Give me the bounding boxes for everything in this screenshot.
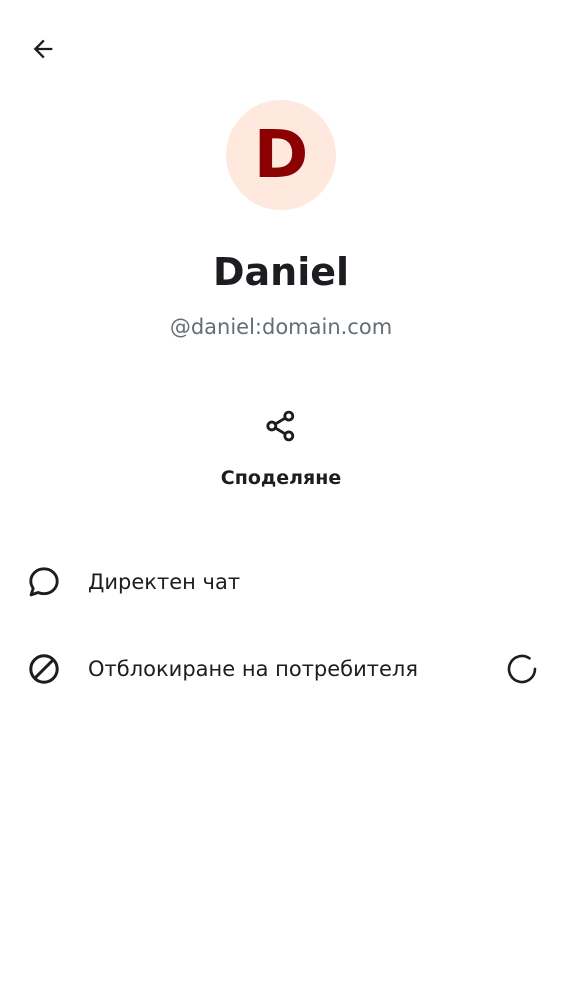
user-id: @daniel:domain.com [169, 315, 393, 339]
list-item-direct-chat[interactable]: Директен чат [0, 542, 562, 622]
avatar-initial: D [253, 116, 309, 193]
share-label: Споделяне [220, 467, 342, 489]
share-button[interactable]: Споделяне [201, 394, 361, 504]
user-profile-screen: D Daniel @daniel:domain.com Споделяне Ди… [0, 0, 562, 1000]
back-button[interactable] [19, 27, 67, 75]
block-icon [26, 651, 62, 687]
direct-chat-label: Директен чат [88, 570, 241, 594]
avatar[interactable]: D [226, 100, 336, 210]
share-icon [261, 406, 301, 446]
list-item-unblock-user[interactable]: Отблокиране на потребителя [0, 629, 562, 709]
loading-spinner-icon [504, 651, 540, 687]
unblock-user-label: Отблокиране на потребителя [88, 657, 418, 681]
chat-bubble-icon [26, 564, 62, 600]
display-name: Daniel [212, 250, 350, 294]
arrow-back-icon [29, 35, 57, 68]
